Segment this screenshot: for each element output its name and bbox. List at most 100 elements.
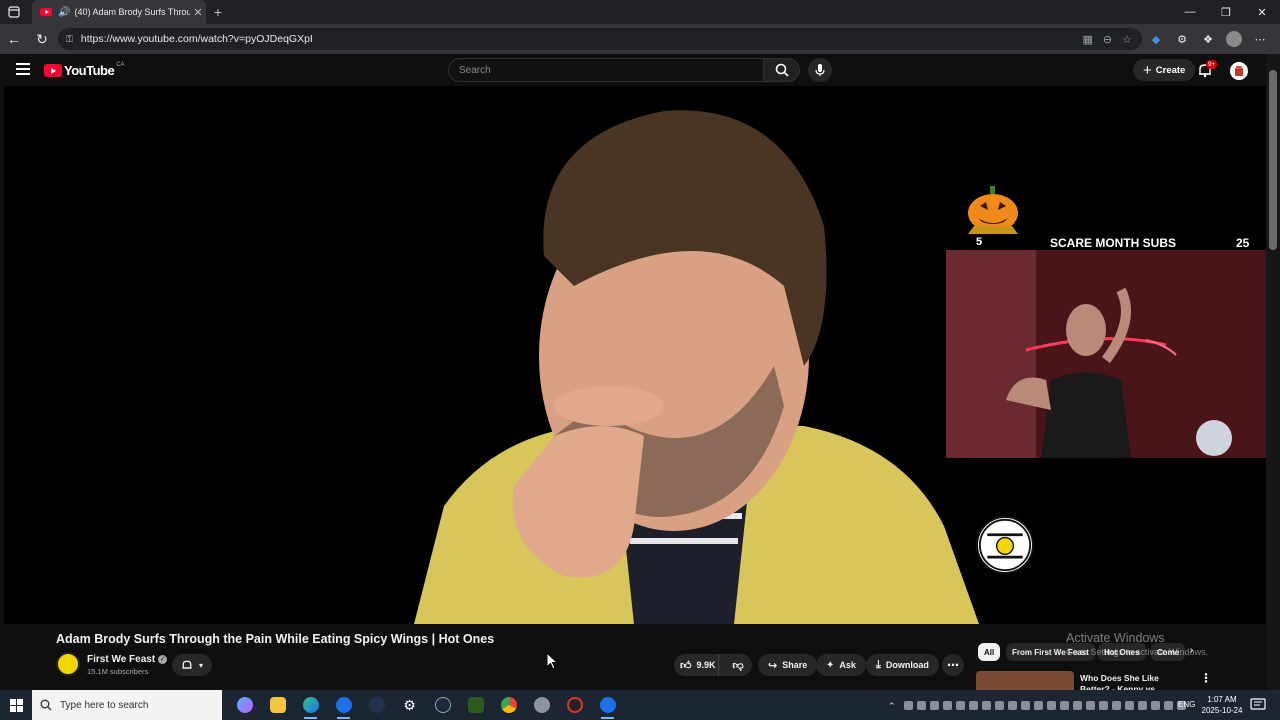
taskbar-app-red[interactable] [558,690,591,720]
zoom-icon[interactable]: ⊖ [1103,33,1112,46]
tray-icon[interactable] [1099,700,1108,710]
browser-menu-icon[interactable]: ⋯ [1252,31,1268,47]
new-tab-button[interactable]: + [206,4,230,20]
profile-avatar[interactable] [1226,31,1242,47]
subscription-bell-button[interactable]: ▾ [172,654,212,676]
voice-search-button[interactable] [808,58,832,82]
tray-icon[interactable] [1034,700,1043,710]
taskbar-chrome[interactable] [492,690,525,720]
collections-icon[interactable]: ❖ [1200,31,1216,47]
tray-icon[interactable] [1138,700,1147,710]
start-button[interactable] [0,690,32,720]
tray-icon[interactable] [1021,700,1030,710]
taskbar-app-blue[interactable] [327,690,360,720]
tray-icon[interactable] [1164,700,1173,710]
taskbar-app-dark[interactable] [360,690,393,720]
system-tray: ⌃ [888,690,1186,720]
create-label: Create [1155,64,1186,76]
taskbar-app-gray[interactable] [525,690,558,720]
page-scrollbar[interactable] [1266,54,1280,690]
minimize-button[interactable]: — [1172,0,1208,24]
more-actions-button[interactable]: ⋯ [942,654,964,676]
tab-close-icon[interactable]: ✕ [190,6,206,19]
tray-icon[interactable] [1008,700,1017,710]
reload-button[interactable]: ↻ [28,24,56,54]
microphone-icon [815,64,825,76]
tray-icon[interactable] [969,700,978,710]
taskbar-clock[interactable]: 1:07 AM 2025-10-24 [1200,694,1244,716]
input-language[interactable]: ENG [1178,700,1195,709]
tray-chevron-icon[interactable]: ⌃ [888,701,900,711]
channel-name[interactable]: First We Feast [87,654,155,665]
tray-icon[interactable] [1112,700,1121,710]
chip-all[interactable]: All [978,643,1001,661]
webcam-overlay [946,250,1266,458]
browser-tab-youtube[interactable]: 🔊 (40) Adam Brody Surfs Throu ✕ [32,0,206,24]
tray-icon[interactable] [904,700,913,710]
tray-icon[interactable] [1060,700,1069,710]
browser-toolbar: ← ↻ ⚿ https://www.youtube.com/watch?v=py… [0,24,1280,54]
account-avatar[interactable] [1230,62,1248,80]
address-bar[interactable]: ⚿ https://www.youtube.com/watch?v=pyOJDe… [58,28,1142,50]
bell-icon [182,660,192,669]
recommended-more-icon[interactable]: ⋮ [1200,671,1212,685]
create-button[interactable]: + Create [1133,59,1196,81]
tray-icon[interactable] [1151,700,1160,710]
channel-name-row[interactable]: First We Feast ✓ [87,654,168,665]
guide-menu-icon[interactable] [16,63,30,77]
youtube-play-icon [44,64,62,77]
thumbs-down-icon: 👎︎ [732,659,744,672]
restore-button[interactable]: ❐ [1208,0,1244,24]
sparkle-icon: ✦ [826,659,835,671]
back-button[interactable]: ← [0,24,28,54]
tray-icon[interactable] [930,700,939,710]
extensions-puzzle-icon[interactable]: ⚙ [1174,31,1190,47]
taskbar-file-explorer[interactable] [261,690,294,720]
dislike-button[interactable]: 👎︎ [724,654,752,676]
taskbar-steam[interactable] [426,690,459,720]
channel-avatar[interactable] [56,652,80,676]
tab-actions-menu[interactable] [0,0,28,24]
recommended-video-thumbnail[interactable] [976,671,1074,691]
tray-icon[interactable] [1086,700,1095,710]
search-button[interactable] [764,58,800,82]
search-input[interactable] [459,64,763,76]
taskbar-settings[interactable]: ⚙ [393,690,426,720]
gear-icon: ⚙ [403,696,416,713]
tray-icon[interactable] [995,700,1004,710]
recommended-video-title[interactable]: Who Does She Like Better? - Kenny vs. Sp… [1080,673,1190,691]
tray-icon[interactable] [943,700,952,710]
taskbar-search[interactable]: Type here to search [32,690,222,720]
tray-icon[interactable] [917,700,926,710]
ask-button[interactable]: ✦ Ask [816,654,866,676]
close-window-button[interactable]: ✕ [1244,0,1280,24]
video-player[interactable]: 5 SCARE MONTH SUBS 25 [4,86,1266,624]
tray-icon[interactable] [982,700,991,710]
account-avatar-icon [1235,66,1243,76]
like-dislike-group: 👍︎ 9.9K 👎︎ [674,654,752,676]
favorite-star-icon[interactable]: ☆ [1122,33,1132,46]
taskbar-app-edge-blue[interactable] [591,690,624,720]
extension-icon[interactable]: ◆ [1148,31,1164,47]
youtube-logo[interactable]: YouTube CA [44,62,125,78]
app-available-icon[interactable]: ▦ [1083,33,1093,46]
app-icon [533,697,550,713]
notification-center-icon[interactable] [1250,698,1266,712]
download-button[interactable]: ⤓ Download [866,654,939,676]
site-info-icon[interactable]: ⚿ [66,34,73,45]
taskbar-search-icon [40,699,52,711]
tray-icon[interactable] [1073,700,1082,710]
scrollbar-thumb[interactable] [1269,70,1277,250]
tray-icon[interactable] [956,700,965,710]
speaker-icon[interactable]: 🔊 [58,7,70,18]
taskbar-notes[interactable] [459,690,492,720]
tray-icon[interactable] [1125,700,1134,710]
share-button[interactable]: ↪ Share [758,654,818,676]
ask-label: Ask [839,660,856,670]
taskbar-edge[interactable] [294,690,327,720]
watermark-title: Activate Windows [1066,631,1165,645]
browser-tabstrip: 🔊 (40) Adam Brody Surfs Throu ✕ + — ❐ ✕ [0,0,1280,24]
like-button[interactable]: 👍︎ 9.9K [674,654,720,676]
taskbar-copilot[interactable] [228,690,261,720]
tray-icon[interactable] [1047,700,1056,710]
